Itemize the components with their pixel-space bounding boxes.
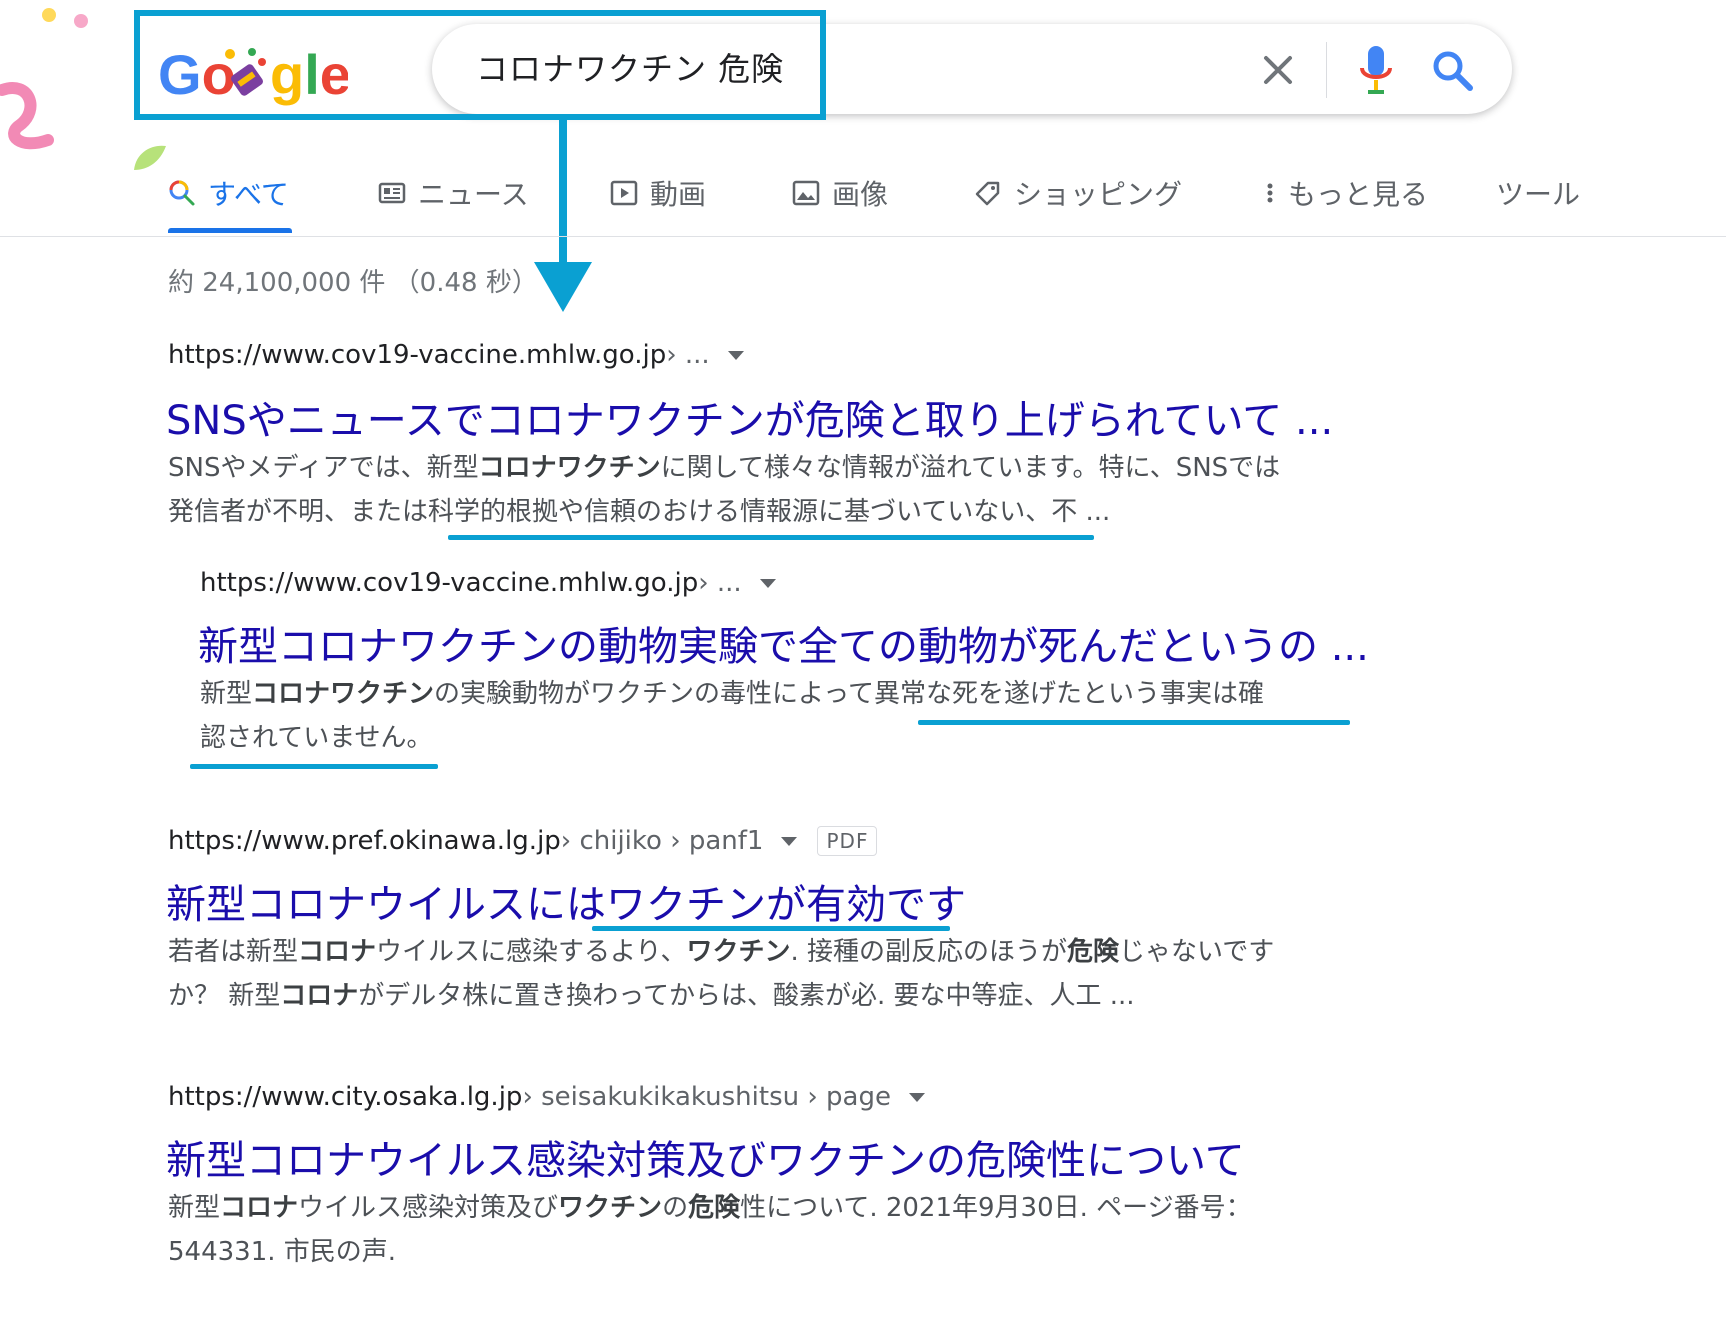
annotation-highlight-box (134, 10, 826, 120)
snippet-text: 新型 (200, 679, 253, 709)
annotation-arrow-head (534, 262, 592, 312)
tab-tools[interactable]: ツール (1496, 170, 1580, 216)
result-snippet-line: 新型コロナワクチンの実験動物がワクチンの毒性によって異常な死を遂げたという事実は… (200, 672, 1264, 716)
result-url-host: https://www.cov19-vaccine.mhlw.go.jp (168, 340, 667, 370)
annotation-underline (190, 764, 438, 769)
result-url-host: https://www.pref.okinawa.lg.jp (168, 826, 561, 856)
result-title[interactable]: SNSやニュースでコロナワクチンが危険と取り上げられていて ... (166, 388, 1333, 446)
result-snippet-line: 新型コロナウイルス感染対策及びワクチンの危険性について. 2021年9月30日.… (168, 1186, 1252, 1230)
search-icon (169, 180, 195, 206)
annotation-underline (448, 535, 1094, 540)
result-url[interactable]: https://www.city.osaka.lg.jp › seisakuki… (168, 1082, 925, 1112)
tab-label: すべて (208, 178, 289, 211)
snippet-text: 認されていません。 (200, 723, 433, 753)
snippet-keyword: コロナワクチン (478, 453, 661, 483)
result-stats: 約 24,100,000 件 （0.48 秒） (168, 268, 538, 298)
tab-images[interactable]: 画像 (792, 170, 888, 216)
result-snippet-line: 発信者が不明、または科学的根拠や信頼のおける情報源に基づいていない、不 ... (168, 490, 1110, 534)
tab-more[interactable]: もっと見る (1264, 170, 1428, 216)
doodle-confetti-dot (42, 8, 56, 22)
chevron-down-icon[interactable] (727, 350, 744, 360)
snippet-text: 新型 (168, 1193, 221, 1223)
snippet-keyword: 危険 (1067, 937, 1120, 967)
snippet-text: 性について. 2021年9月30日. ページ番号： (740, 1193, 1252, 1223)
result-url-breadcrumb: › seisakukikakushitsu › page (522, 1082, 891, 1112)
result-url[interactable]: https://www.cov19-vaccine.mhlw.go.jp › .… (168, 340, 744, 370)
microphone-icon[interactable] (1358, 44, 1394, 96)
doodle-ribbon (0, 82, 54, 150)
tag-icon (975, 181, 1000, 206)
snippet-keyword: コロナ (220, 1193, 299, 1223)
snippet-text: の (662, 1193, 689, 1223)
result-title[interactable]: 新型コロナウイルスにはワクチンが有効です (166, 872, 966, 930)
result-snippet-line: 若者は新型コロナウイルスに感染するより、ワクチン. 接種の副反応のほうが危険じゃ… (168, 930, 1274, 974)
snippet-text: 544331. 市民の声. (168, 1237, 397, 1267)
result-url-breadcrumb: › chijiko › panf1 (560, 826, 764, 856)
doodle-leaf (134, 145, 166, 170)
snippet-text: ウイルス感染対策及び (298, 1193, 559, 1223)
result-url[interactable]: https://www.cov19-vaccine.mhlw.go.jp › .… (200, 568, 776, 598)
result-url-breadcrumb: › ... (698, 568, 742, 598)
snippet-text: ウイルスに感染するより、 (376, 937, 687, 967)
tab-label: ニュース (418, 178, 529, 211)
chevron-down-icon[interactable] (908, 1092, 925, 1102)
tab-shopping[interactable]: ショッピング (974, 170, 1182, 216)
result-snippet-line: 544331. 市民の声. (168, 1230, 396, 1274)
pdf-badge: PDF (817, 826, 878, 856)
snippet-text: か？ 新型 (168, 981, 281, 1011)
tab-all[interactable]: すべて (168, 170, 289, 216)
search-box-divider (1326, 42, 1327, 98)
result-url[interactable]: https://www.pref.okinawa.lg.jp › chijiko… (168, 826, 878, 856)
result-snippet-line: SNSやメディアでは、新型コロナワクチンに関して様々な情報が溢れています。特に、… (168, 446, 1280, 490)
tab-label: ツール (1496, 178, 1581, 211)
snippet-text: の実験動物がワクチンの毒性によって異常な死を遂げたという事実は確 (434, 679, 1264, 709)
result-title[interactable]: 新型コロナウイルス感染対策及びワクチンの危険性について (166, 1128, 1245, 1186)
result-snippet-line: 認されていません。 (200, 716, 432, 760)
chevron-down-icon[interactable] (759, 578, 776, 588)
tabs-divider (0, 236, 1726, 237)
result-url-host: https://www.cov19-vaccine.mhlw.go.jp (200, 568, 699, 598)
snippet-keyword: ワクチン (558, 1193, 663, 1223)
result-url-breadcrumb: › ... (666, 340, 710, 370)
tab-label: 動画 (650, 178, 707, 211)
annotation-underline (918, 720, 1350, 725)
snippet-keyword: コロナ (280, 981, 359, 1011)
snippet-text: 若者は新型 (168, 937, 299, 967)
snippet-text: . 接種の副反応のほうが (790, 937, 1068, 967)
image-icon (792, 180, 820, 206)
tab-label: ショッピング (1014, 178, 1183, 211)
close-icon[interactable] (1258, 50, 1298, 90)
snippet-keyword: コロナ (298, 937, 377, 967)
video-icon (610, 180, 638, 206)
snippet-text: に関して様々な情報が溢れています。特に、SNSでは (660, 453, 1281, 483)
result-url-host: https://www.city.osaka.lg.jp (168, 1082, 523, 1112)
snippet-keyword: ワクチン (686, 937, 791, 967)
active-tab-indicator (168, 228, 292, 233)
snippet-keyword: 危険 (688, 1193, 741, 1223)
snippet-text: じゃないです (1119, 937, 1275, 967)
snippet-text: がデルタ株に置き換わってからは、酸素が必. 要な中等症、人工 ... (358, 981, 1135, 1011)
annotation-arrow-line (559, 120, 567, 270)
snippet-keyword: コロナワクチン (252, 679, 435, 709)
search-icon[interactable] (1430, 48, 1474, 92)
news-icon (378, 182, 406, 204)
result-snippet-line: か？ 新型コロナがデルタ株に置き換わってからは、酸素が必. 要な中等症、人工 .… (168, 974, 1135, 1018)
tab-news[interactable]: ニュース (378, 170, 529, 216)
chevron-down-icon[interactable] (781, 836, 798, 846)
doodle-confetti-dot (74, 14, 88, 28)
tab-label: もっと見る (1288, 178, 1429, 211)
more-vert-icon (1267, 183, 1273, 203)
result-title[interactable]: 新型コロナワクチンの動物実験で全ての動物が死んだというの ... (198, 614, 1369, 672)
tab-label: 画像 (832, 178, 889, 211)
tab-videos[interactable]: 動画 (610, 170, 706, 216)
snippet-text: 発信者が不明、または科学的根拠や信頼のおける情報源に基づいていない、不 ... (168, 497, 1111, 527)
snippet-text: SNSやメディアでは、新型 (168, 453, 479, 483)
